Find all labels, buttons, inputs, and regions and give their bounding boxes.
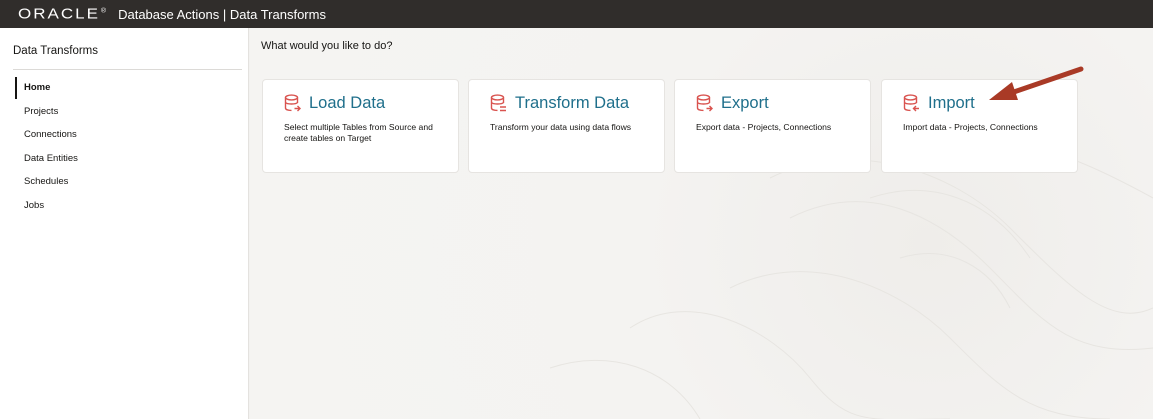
export-description: Export data - Projects, Connections <box>696 122 832 132</box>
load-data-card[interactable]: Load Data Select multiple Tables from So… <box>262 79 459 173</box>
import-description: Import data - Projects, Connections <box>903 122 1038 132</box>
sidebar-item-connections[interactable]: Connections <box>15 123 241 147</box>
sidebar-title: Data Transforms <box>13 45 98 57</box>
database-import-icon <box>903 94 919 112</box>
database-load-icon <box>284 94 301 112</box>
annotation-arrow <box>989 66 1084 100</box>
sidebar-divider <box>13 69 242 70</box>
sidebar-item-jobs[interactable]: Jobs <box>15 194 241 218</box>
sidebar-nav: Home Projects Connections Data Entities … <box>15 76 241 217</box>
transform-data-title: Transform Data <box>515 94 630 112</box>
import-title: Import <box>928 94 975 112</box>
sidebar: Data Transforms Home Projects Connection… <box>0 28 249 419</box>
export-title: Export <box>721 94 769 112</box>
database-export-icon <box>696 94 713 112</box>
transform-data-description: Transform your data using data flows <box>490 122 632 132</box>
app-title: Database Actions | Data Transforms <box>118 6 326 22</box>
sidebar-item-projects[interactable]: Projects <box>15 100 241 124</box>
sidebar-item-schedules[interactable]: Schedules <box>15 170 241 194</box>
sidebar-item-home[interactable]: Home <box>15 76 241 100</box>
load-data-title: Load Data <box>309 94 386 112</box>
oracle-logo[interactable]: ORACLE® <box>18 6 108 23</box>
header-bar: ORACLE® Database Actions | Data Transfor… <box>0 0 1153 28</box>
transform-data-card[interactable]: Transform Data Transform your data using… <box>468 79 665 173</box>
load-data-description: Select multiple Tables from Source and c… <box>284 122 433 143</box>
page-prompt: What would you like to do? <box>261 40 393 52</box>
database-transform-icon <box>490 94 506 112</box>
export-card[interactable]: Export Export data - Projects, Connectio… <box>674 79 871 173</box>
sidebar-item-data-entities[interactable]: Data Entities <box>15 147 241 171</box>
